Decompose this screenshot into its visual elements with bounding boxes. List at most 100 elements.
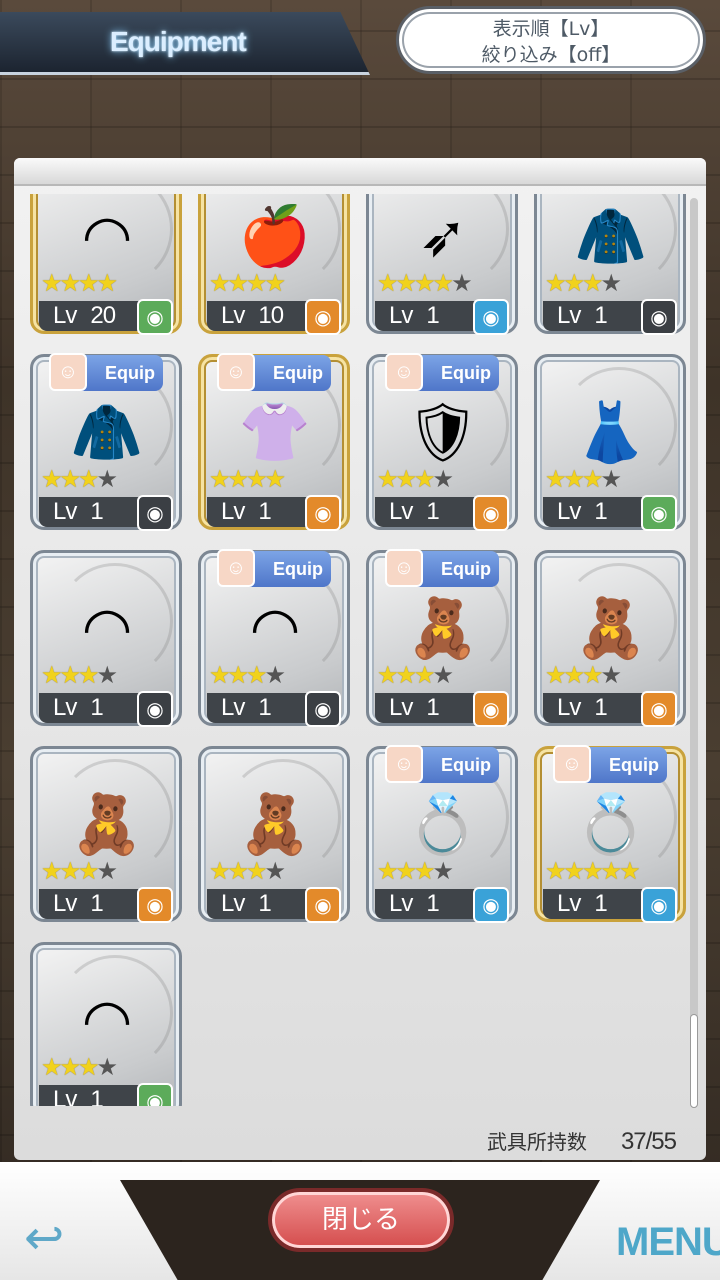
level-label: Lv [221, 302, 245, 329]
star-rating: ★★★★ [209, 857, 286, 885]
level-value: 10 [258, 302, 284, 329]
equipment-type-icon: ◉ [473, 691, 509, 727]
level-label: Lv [557, 498, 581, 525]
equipment-type-icon: ◉ [641, 495, 677, 531]
headband-icon: ◠ [81, 202, 133, 270]
bear-charm-icon: 🧸 [574, 594, 648, 662]
equipment-type-icon: ◉ [305, 887, 341, 923]
level-label: Lv [557, 890, 581, 917]
level-label: Lv [557, 302, 581, 329]
star-rating: ★★★★ [545, 661, 622, 689]
scrollbar-thumb[interactable] [690, 1014, 698, 1108]
menu-button[interactable]: MENU [616, 1220, 720, 1265]
dress-icon: 👗 [574, 398, 648, 466]
equip-label: Equip [609, 755, 659, 775]
level-label: Lv [53, 302, 77, 329]
equipment-card[interactable]: 🧸 ★★★★ Lv 1 ◉ [198, 746, 350, 923]
equipment-card[interactable]: 🛡 ★★★★ Lv 1 ◉ ☺ Equip [366, 353, 518, 531]
star-rating: ★★★★★ [545, 857, 641, 885]
level-badge: Lv 1 [207, 497, 307, 527]
level-value: 1 [258, 890, 271, 917]
level-label: Lv [389, 498, 413, 525]
level-value: 1 [90, 498, 103, 525]
headband-icon: ◠ [81, 986, 133, 1054]
star-rating: ★★★★ [545, 465, 622, 493]
level-label: Lv [389, 694, 413, 721]
equipment-type-icon: ◉ [305, 691, 341, 727]
equipment-card[interactable]: 🧥 ★★★★ Lv 1 ◉ [534, 194, 686, 335]
equip-badge: ☺ Equip [217, 353, 331, 391]
sort-order-label: 表示順【Lv】 [492, 18, 610, 40]
level-badge: Lv 1 [39, 693, 139, 723]
equipment-type-icon: ◉ [641, 299, 677, 335]
level-badge: Lv 1 [543, 693, 643, 723]
equipment-type-icon: ◉ [473, 887, 509, 923]
equip-label: Equip [273, 363, 323, 383]
equipment-grid[interactable]: ◠ ★★★★ Lv 20 ◉ 🍎 ★★★★ Lv 10 ◉ ➶ ★★★★★ Lv 1 ◉ 🧥 ★★★★ Lv 1 ◉ 🧥… [14, 194, 706, 1106]
equipment-type-icon: ◉ [137, 1083, 173, 1106]
equipment-card[interactable]: 💍 ★★★★ Lv 1 ◉ ☺ Equip [366, 745, 518, 923]
character-avatar-icon: ☺ [217, 549, 255, 587]
level-badge: Lv 1 [375, 301, 475, 331]
equip-badge: ☺ Equip [385, 549, 499, 587]
level-label: Lv [221, 498, 245, 525]
level-value: 1 [426, 302, 439, 329]
equip-badge: ☺ Equip [385, 353, 499, 391]
equipment-card[interactable]: 👚 ★★★★ Lv 1 ◉ ☺ Equip [198, 353, 350, 531]
back-arrow-icon[interactable]: ↩ [24, 1210, 94, 1266]
star-rating: ★★★★ [41, 269, 118, 297]
equipment-card[interactable]: ◠ ★★★★ Lv 1 ◉ [30, 550, 182, 727]
level-value: 1 [90, 890, 103, 917]
equipment-card[interactable]: 🧸 ★★★★ Lv 1 ◉ ☺ Equip [366, 549, 518, 727]
level-badge: Lv 10 [207, 301, 307, 331]
level-badge: Lv 1 [543, 497, 643, 527]
equipment-count-value: 37/55 [620, 1128, 677, 1155]
equipment-card[interactable]: 🍎 ★★★★ Lv 10 ◉ [198, 194, 350, 335]
equipment-card[interactable]: 👗 ★★★★ Lv 1 ◉ [534, 354, 686, 531]
character-avatar-icon: ☺ [217, 353, 255, 391]
bear-charm-icon: 🧸 [238, 790, 312, 858]
equipment-card[interactable]: 🧥 ★★★★ Lv 1 ◉ ☺ Equip [30, 353, 182, 531]
equipment-card[interactable]: ◠ ★★★★ Lv 1 ◉ [30, 942, 182, 1106]
equipment-card[interactable]: ◠ ★★★★ Lv 20 ◉ [30, 194, 182, 335]
header: Equipment [0, 0, 380, 78]
equipment-card[interactable]: 💍 ★★★★★ Lv 1 ◉ ☺ Equip [534, 745, 686, 923]
level-label: Lv [53, 1086, 77, 1106]
level-value: 20 [90, 302, 116, 329]
star-rating: ★★★★ [545, 269, 622, 297]
character-avatar-icon: ☺ [553, 745, 591, 783]
equipment-type-icon: ◉ [641, 887, 677, 923]
equipment-card[interactable]: 🧸 ★★★★ Lv 1 ◉ [30, 746, 182, 923]
star-rating: ★★★★ [41, 857, 118, 885]
equipment-card[interactable]: ➶ ★★★★★ Lv 1 ◉ [366, 194, 518, 335]
panel-top-edge [14, 158, 706, 186]
level-badge: Lv 1 [375, 889, 475, 919]
scrollbar-track[interactable] [690, 198, 698, 1108]
star-rating: ★★★★ [209, 661, 286, 689]
equipment-card[interactable]: 🧸 ★★★★ Lv 1 ◉ [534, 550, 686, 727]
star-rating: ★★★★ [209, 465, 286, 493]
level-label: Lv [53, 890, 77, 917]
equipment-type-icon: ◉ [137, 495, 173, 531]
character-avatar-icon: ☺ [385, 745, 423, 783]
character-avatar-icon: ☺ [49, 353, 87, 391]
headband-icon: ◠ [81, 594, 133, 662]
sort-filter-button[interactable]: 表示順【Lv】 絞り込み【off】 [396, 6, 706, 74]
equipment-type-icon: ◉ [137, 299, 173, 335]
equipment-type-icon: ◉ [641, 691, 677, 727]
level-badge: Lv 20 [39, 301, 139, 331]
star-rating: ★★★★ [377, 465, 454, 493]
equipment-type-icon: ◉ [473, 299, 509, 335]
level-value: 1 [426, 694, 439, 721]
equipment-type-icon: ◉ [305, 299, 341, 335]
equipment-card[interactable]: ◠ ★★★★ Lv 1 ◉ ☺ Equip [198, 549, 350, 727]
coat-icon: 🧥 [70, 398, 144, 466]
character-avatar-icon: ☺ [385, 353, 423, 391]
level-value: 1 [594, 498, 607, 525]
equip-label: Equip [441, 363, 491, 383]
equip-badge: ☺ Equip [49, 353, 163, 391]
close-button[interactable]: 閉じる [268, 1188, 454, 1252]
level-label: Lv [389, 890, 413, 917]
level-value: 1 [90, 694, 103, 721]
star-rating: ★★★★ [41, 465, 118, 493]
